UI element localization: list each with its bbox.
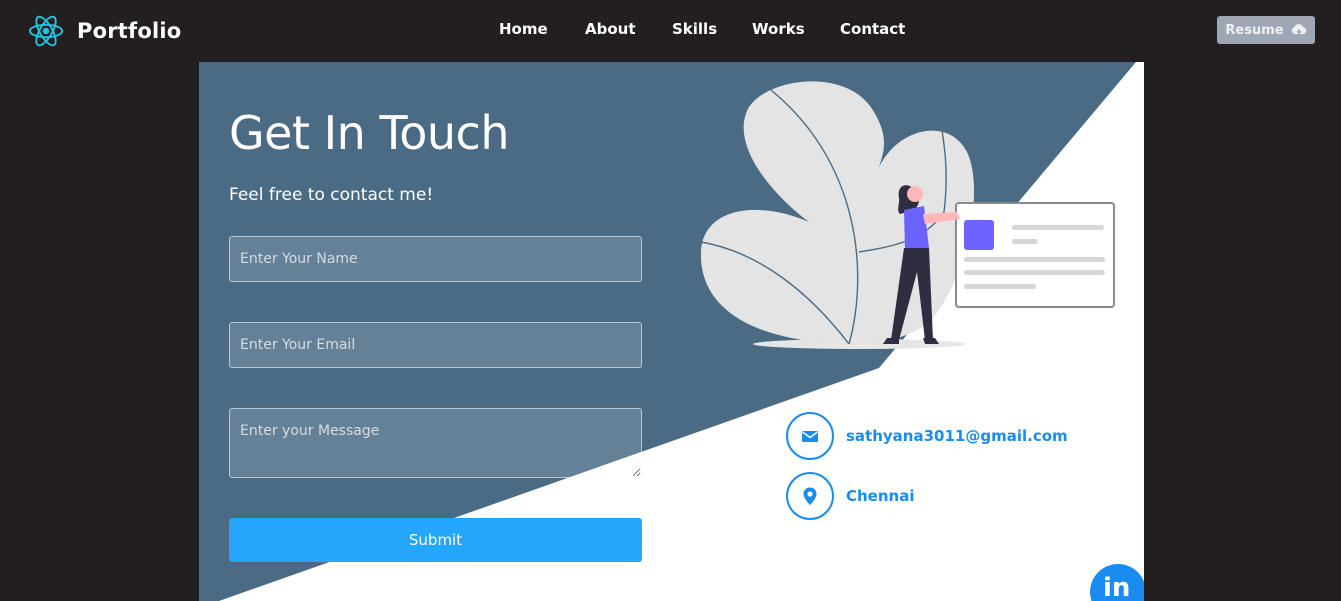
submit-button[interactable]: Submit [229,518,642,562]
message-field[interactable] [229,408,642,478]
contact-card: Get In Touch Feel free to contact me! Su… [199,62,1144,601]
nav-link-skills[interactable]: Skills [672,20,717,38]
contact-location-row: Chennai [786,472,914,520]
mail-icon-circle [786,412,834,460]
name-field[interactable] [229,236,642,282]
nav-link-about[interactable]: About [585,20,636,38]
page-title: Get In Touch [229,106,509,160]
map-pin-icon [803,487,817,505]
contact-location: Chennai [846,487,915,505]
nav-link-home[interactable]: Home [499,20,548,38]
resume-button[interactable]: Resume [1217,16,1315,44]
nav-link-contact[interactable]: Contact [840,20,905,38]
contact-email-row[interactable]: sathyana3011@gmail.com [786,412,1068,460]
navbar: Portfolio Home About Skills Works Contac… [0,0,1341,62]
page-subtitle: Feel free to contact me! [229,185,434,205]
resume-label: Resume [1225,22,1284,38]
nav-link-works[interactable]: Works [752,20,805,38]
linkedin-label: in [1103,573,1131,601]
nav-links: Home About Skills Works Contact [0,20,1341,42]
email-field[interactable] [229,322,642,368]
contact-illustration [700,81,1115,349]
mail-icon [802,431,818,442]
contact-email[interactable]: sathyana3011@gmail.com [846,427,1068,445]
map-pin-icon-circle [786,472,834,520]
cloud-download-icon [1291,24,1306,35]
